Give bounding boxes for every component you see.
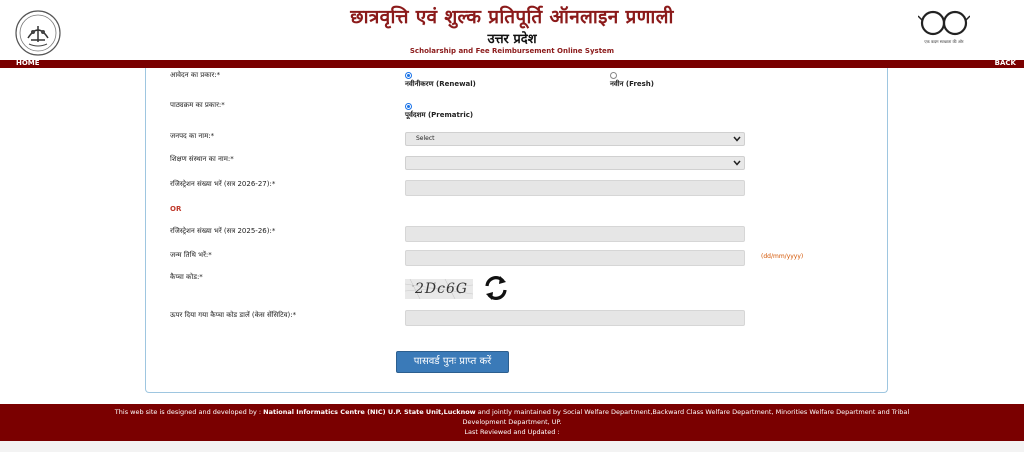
header: छात्रवृत्ति एवं शुल्क प्रतिपूर्ति ऑनलाइन…	[0, 0, 1024, 60]
chevron-down-icon	[733, 136, 741, 142]
registration-old-label: रजिस्ट्रेशन संख्या भरें (सत्र 2025-26):*	[170, 227, 276, 235]
renewal-label: नवीनीकरण (Renewal)	[405, 80, 476, 88]
registration-new-input[interactable]	[405, 180, 745, 196]
page-root: छात्रवृत्ति एवं शुल्क प्रतिपूर्ति ऑनलाइन…	[0, 0, 1024, 452]
site-title-hindi: छात्रवृत्ति एवं शुल्क प्रतिपूर्ति ऑनलाइन…	[350, 6, 674, 28]
course-type-group: पूर्वदशम (Prematric)	[404, 101, 745, 121]
bottom-strip	[0, 441, 1024, 452]
or-separator: OR	[170, 205, 182, 213]
footer-nic: National Informatics Centre (NIC) U.P. S…	[263, 408, 476, 416]
institution-label: शिक्षण संस्थान का नाम:*	[170, 155, 234, 163]
site-title-english: Scholarship and Fee Reimbursement Online…	[409, 47, 615, 55]
footer-line-2: Development Department, UP.	[462, 418, 562, 426]
home-link[interactable]: HOME	[16, 59, 40, 67]
dob-label: जन्म तिथि भरें:*	[170, 251, 212, 259]
prematric-radio[interactable]	[405, 103, 412, 110]
captcha-label: कैप्चा कोड:*	[170, 273, 203, 281]
footer-line-1: This web site is designed and developed …	[0, 407, 1024, 417]
refresh-captcha-icon[interactable]	[481, 273, 511, 303]
district-select-value: Select	[416, 135, 435, 142]
registration-old-input[interactable]	[405, 226, 745, 242]
fresh-label: नवीन (Fresh)	[610, 80, 654, 88]
footer-suffix: and jointly maintained by Social Welfare…	[475, 408, 910, 416]
district-select[interactable]: Select	[405, 132, 745, 146]
dob-format-hint: (dd/mm/yyyy)	[761, 253, 804, 260]
back-link[interactable]: BACK	[995, 59, 1016, 67]
application-type-group: नवीनीकरण (Renewal) नवीन (Fresh)	[404, 70, 745, 90]
top-nav-bar: HOME BACK	[0, 59, 1024, 68]
institution-select[interactable]	[405, 156, 745, 170]
swachh-bharat-logo: एक कदम स्वच्छता की ओर	[917, 8, 971, 52]
swachh-glasses-icon	[917, 10, 971, 36]
district-label: जनपद का नाम:*	[170, 132, 215, 140]
captcha-text: 2Dc6G	[415, 281, 469, 297]
swachh-caption: एक कदम स्वच्छता की ओर	[924, 39, 964, 44]
chevron-down-icon	[733, 160, 741, 166]
dob-input[interactable]	[405, 250, 745, 266]
captcha-input[interactable]	[405, 310, 745, 326]
application-type-label: आवेदन का प्रकार:*	[170, 71, 221, 79]
recover-password-button[interactable]: पासवर्ड पुनः प्राप्त करें	[396, 351, 509, 373]
footer-line-3: Last Reviewed and Updated :	[464, 428, 560, 436]
registration-new-label: रजिस्ट्रेशन संख्या भरें (सत्र 2026-27):*	[170, 180, 276, 188]
captcha-image: 2Dc6G	[405, 279, 473, 299]
renewal-radio[interactable]	[405, 72, 412, 79]
state-name: उत्तर प्रदेश	[487, 32, 537, 47]
footer-prefix: This web site is designed and developed …	[114, 408, 264, 416]
fresh-radio[interactable]	[610, 72, 617, 79]
footer: This web site is designed and developed …	[0, 404, 1024, 441]
captcha-input-label: ऊपर दिया गया कैप्चा कोड डालें (केस सेंसि…	[170, 311, 297, 319]
course-type-label: पाठ्यक्रम का प्रकार:*	[170, 101, 225, 109]
prematric-label: पूर्वदशम (Prematric)	[405, 111, 474, 119]
